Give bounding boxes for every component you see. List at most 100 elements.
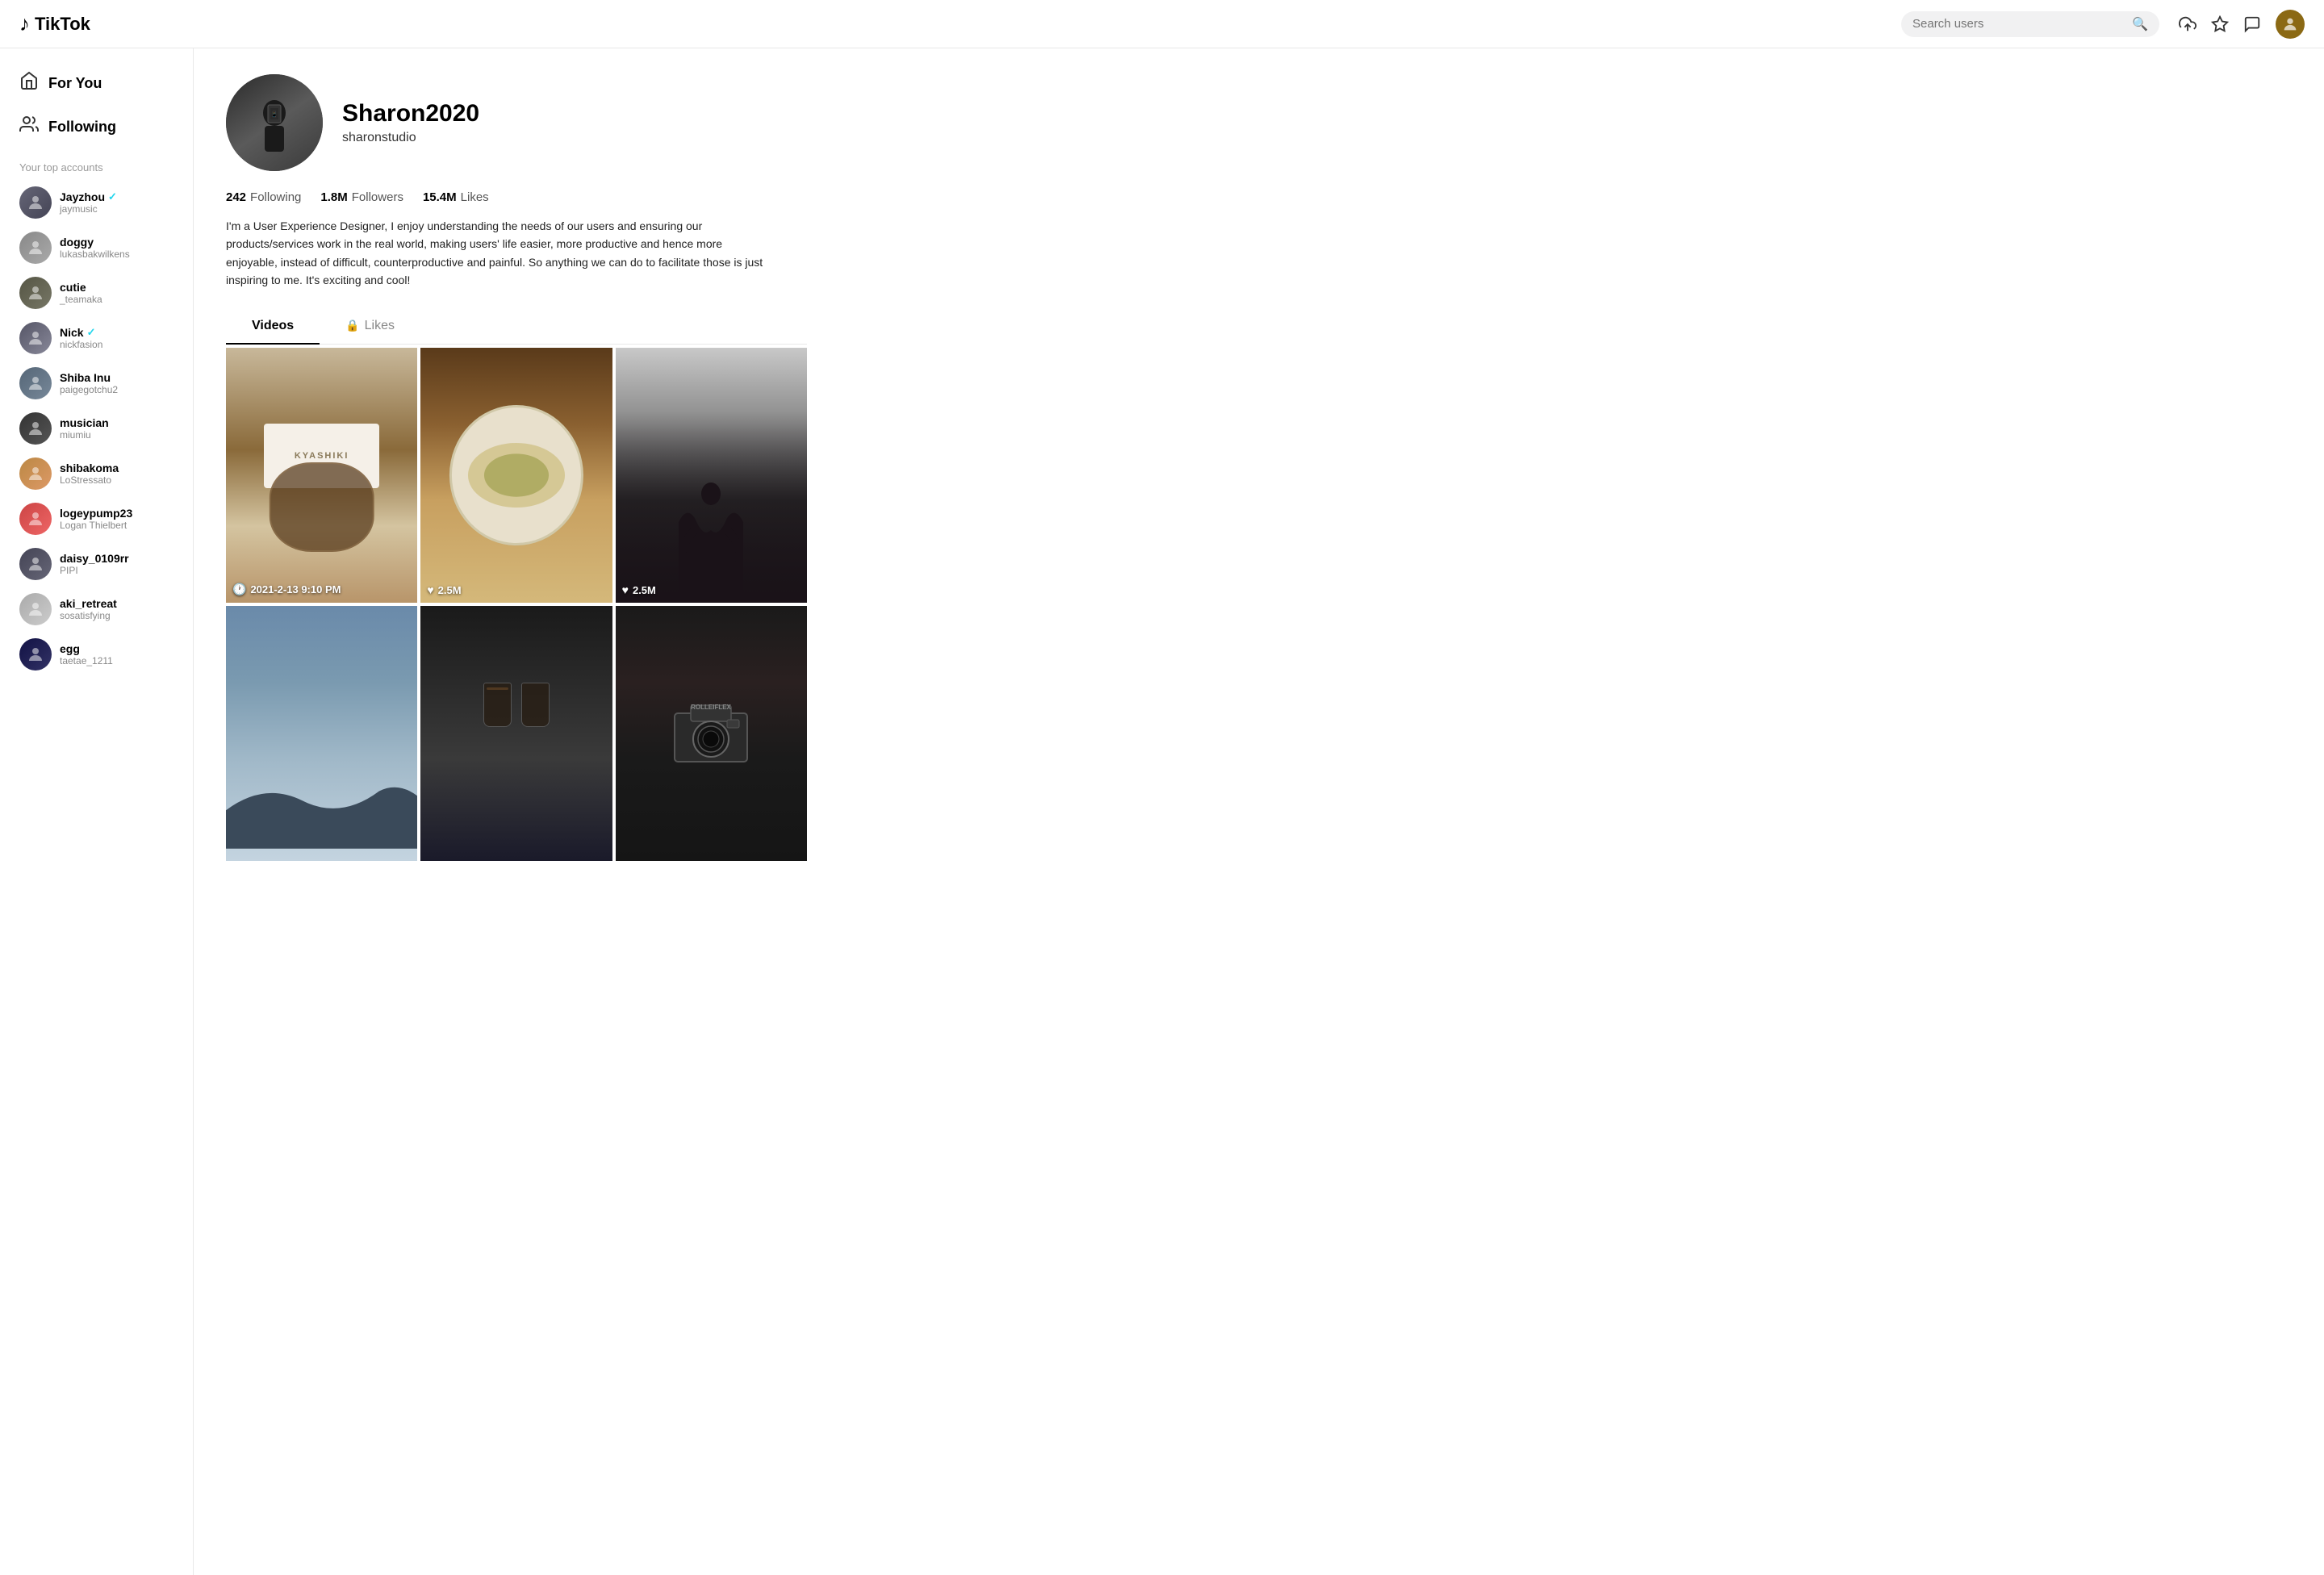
- followers-count: 1.8M: [320, 190, 347, 204]
- profile-header: 📱 Sharon2020 sharonstudio: [226, 74, 807, 171]
- likes-count: 15.4M: [423, 190, 457, 204]
- video-thumb-1[interactable]: KYASHIKI 🕐 2021-2-13 9:10 PM: [226, 348, 417, 603]
- main-nav: For You Following: [0, 61, 193, 148]
- account-avatar-shibakoma: [19, 457, 52, 490]
- video-grid: KYASHIKI 🕐 2021-2-13 9:10 PM ♥ 2.5M: [226, 348, 807, 862]
- account-handle-shiba-inu: paigegotchu2: [60, 384, 118, 395]
- top-accounts-label: Your top accounts: [0, 148, 193, 180]
- account-name-jayzhou: Jayzhou ✓: [60, 190, 117, 203]
- account-name-doggy: doggy: [60, 236, 130, 249]
- user-avatar[interactable]: [2276, 10, 2305, 39]
- video-overlay-3: ♥ 2.5M: [622, 583, 656, 596]
- logo[interactable]: ♪ TikTok: [19, 11, 90, 36]
- account-handle-jayzhou: jaymusic: [60, 203, 117, 215]
- sidebar-item-egg[interactable]: egg taetae_1211: [0, 632, 193, 677]
- account-avatar-cutie: [19, 277, 52, 309]
- verified-badge: ✓: [87, 326, 96, 339]
- account-avatar-aki: [19, 593, 52, 625]
- account-handle-aki: sosatisfying: [60, 610, 117, 621]
- followers-label: Followers: [352, 190, 403, 204]
- account-handle-egg: taetae_1211: [60, 655, 113, 666]
- sidebar-item-cutie[interactable]: cutie _teamaka: [0, 270, 193, 315]
- account-avatar-shiba-inu: [19, 367, 52, 399]
- video-thumb-4[interactable]: [226, 606, 417, 861]
- tab-likes[interactable]: 🔒 Likes: [320, 309, 420, 345]
- sidebar: For You Following Your top accounts: [0, 48, 194, 1575]
- search-icon: 🔍: [2132, 16, 2148, 32]
- svg-text:ROLLEIFLEX: ROLLEIFLEX: [691, 704, 731, 711]
- account-avatar-nick: [19, 322, 52, 354]
- sidebar-item-musician[interactable]: musician miumiu: [0, 406, 193, 451]
- following-label: Following: [250, 190, 301, 204]
- logo-text: TikTok: [35, 14, 90, 35]
- video-thumb-2[interactable]: ♥ 2.5M: [420, 348, 612, 603]
- profile-tabs: Videos 🔒 Likes: [226, 309, 807, 345]
- search-bar[interactable]: 🔍: [1901, 11, 2159, 37]
- account-name-shiba-inu: Shiba Inu: [60, 371, 118, 384]
- account-name-cutie: cutie: [60, 281, 102, 294]
- tab-likes-label: Likes: [365, 319, 395, 333]
- account-avatar-doggy: [19, 232, 52, 264]
- account-name-musician: musician: [60, 416, 109, 429]
- verified-badge: ✓: [108, 190, 117, 203]
- account-name-aki: aki_retreat: [60, 597, 117, 610]
- main-layout: For You Following Your top accounts: [0, 48, 2324, 1575]
- sidebar-item-nick[interactable]: Nick ✓ nickfasion: [0, 315, 193, 361]
- video-thumb-6[interactable]: ROLLEIFLEX: [616, 606, 807, 861]
- sidebar-item-jayzhou[interactable]: Jayzhou ✓ jaymusic: [0, 180, 193, 225]
- nav-for-you-label: For You: [48, 75, 102, 92]
- sidebar-item-shibakoma[interactable]: shibakoma LoStressato: [0, 451, 193, 496]
- account-name-logeypump23: logeypump23: [60, 507, 132, 520]
- sidebar-item-doggy[interactable]: doggy lukasbakwilkens: [0, 225, 193, 270]
- video-date-1: 2021-2-13 9:10 PM: [250, 583, 341, 595]
- account-handle-logeypump23: Logan Thielbert: [60, 520, 132, 531]
- video-likes-3: 2.5M: [633, 584, 656, 596]
- home-icon: [19, 71, 39, 95]
- account-name-shibakoma: shibakoma: [60, 462, 119, 474]
- sidebar-item-aki[interactable]: aki_retreat sosatisfying: [0, 587, 193, 632]
- sidebar-item-shiba-inu[interactable]: Shiba Inu paigegotchu2: [0, 361, 193, 406]
- account-name-egg: egg: [60, 642, 113, 655]
- account-handle-cutie: _teamaka: [60, 294, 102, 305]
- nav-following[interactable]: Following: [0, 105, 193, 148]
- video-thumb-3[interactable]: ♥ 2.5M: [616, 348, 807, 603]
- account-name-nick: Nick ✓: [60, 326, 102, 339]
- account-avatar-musician: [19, 412, 52, 445]
- profile-username: sharonstudio: [342, 131, 479, 145]
- profile-avatar: 📱: [226, 74, 323, 171]
- sidebar-item-logeypump23[interactable]: logeypump23 Logan Thielbert: [0, 496, 193, 541]
- account-handle-nick: nickfasion: [60, 339, 102, 350]
- stat-followers: 1.8M Followers: [320, 190, 403, 204]
- profile-info: Sharon2020 sharonstudio: [342, 100, 479, 145]
- account-handle-shibakoma: LoStressato: [60, 474, 119, 486]
- profile-stats: 242 Following 1.8M Followers 15.4M Likes: [226, 190, 807, 204]
- following-count: 242: [226, 190, 246, 204]
- messages-button[interactable]: [2243, 15, 2261, 33]
- video-thumb-5[interactable]: [420, 606, 612, 861]
- account-handle-daisy: PIPI: [60, 565, 129, 576]
- accounts-list: Jayzhou ✓ jaymusic doggy lukasbakwilkens: [0, 180, 193, 677]
- inbox-button[interactable]: [2211, 15, 2229, 33]
- stat-following: 242 Following: [226, 190, 301, 204]
- account-avatar-daisy: [19, 548, 52, 580]
- account-name-daisy: daisy_0109rr: [60, 552, 129, 565]
- sidebar-item-daisy[interactable]: daisy_0109rr PIPI: [0, 541, 193, 587]
- tab-videos-label: Videos: [252, 319, 294, 333]
- profile-bio: I'm a User Experience Designer, I enjoy …: [226, 217, 775, 290]
- likes-label: Likes: [461, 190, 489, 204]
- nav-following-label: Following: [48, 119, 116, 136]
- video-overlay-2: ♥ 2.5M: [427, 583, 461, 596]
- upload-button[interactable]: [2179, 15, 2197, 33]
- lock-icon: 🔒: [345, 319, 359, 332]
- account-avatar-jayzhou: [19, 186, 52, 219]
- account-avatar-egg: [19, 638, 52, 671]
- video-overlay-1: 🕐 2021-2-13 9:10 PM: [232, 583, 341, 596]
- tiktok-logo-icon: ♪: [19, 11, 30, 36]
- nav-for-you[interactable]: For You: [0, 61, 193, 105]
- following-icon: [19, 115, 39, 139]
- svg-text:📱: 📱: [271, 111, 278, 118]
- search-input[interactable]: [1912, 17, 2125, 31]
- profile-display-name: Sharon2020: [342, 100, 479, 127]
- tab-videos[interactable]: Videos: [226, 309, 320, 345]
- header-icons: [2179, 10, 2305, 39]
